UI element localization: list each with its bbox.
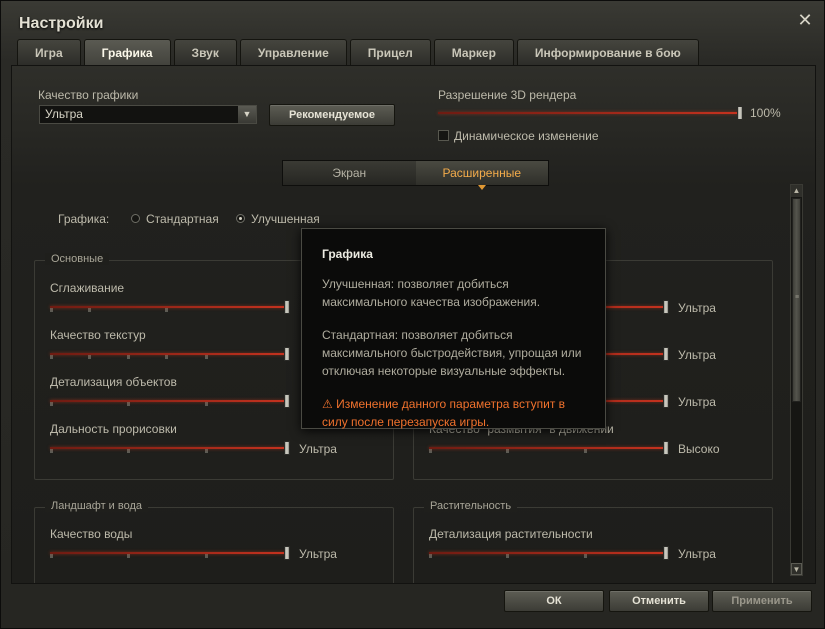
setting-label: Детализация объектов xyxy=(50,375,177,389)
setting-value: Ультра xyxy=(678,301,716,315)
vegetation-detail-label: Детализация растительности xyxy=(429,527,593,541)
tab-sight[interactable]: Прицел xyxy=(349,39,431,65)
slider-handle[interactable] xyxy=(284,441,290,455)
render-resolution-value: 100% xyxy=(750,106,781,120)
object-detail-slider[interactable] xyxy=(50,394,290,408)
render-resolution-slider[interactable] xyxy=(438,106,743,120)
setting-label: Сглаживание xyxy=(50,281,125,295)
subtab-advanced[interactable]: Расширенные xyxy=(415,161,548,190)
radio-improved[interactable] xyxy=(236,214,245,223)
group-vegetation-title: Растительность xyxy=(424,500,518,512)
tab-sound[interactable]: Звук xyxy=(173,39,237,65)
recommended-button[interactable]: Рекомендуемое xyxy=(269,104,395,126)
scrollbar[interactable]: ▲ ≡ ▼ xyxy=(790,184,803,576)
slider-handle[interactable] xyxy=(284,546,290,560)
slider-handle[interactable] xyxy=(663,394,669,408)
graphics-mode-label: Графика: xyxy=(58,212,110,226)
slider-handle[interactable] xyxy=(663,546,669,560)
quality-value: Ультра xyxy=(45,107,83,121)
tab-controls[interactable]: Управление xyxy=(239,39,347,65)
radio-standard[interactable] xyxy=(131,214,140,223)
grip-icon: ≡ xyxy=(795,294,800,301)
setting-value: Ультра xyxy=(678,395,716,409)
tooltip-text-standard: Стандартная: позволяет добиться максимал… xyxy=(322,328,582,378)
vegetation-detail-value: Ультра xyxy=(678,547,716,561)
slider-handle[interactable] xyxy=(737,106,743,120)
close-icon[interactable]: ✕ xyxy=(796,11,814,29)
setting-label: Дальность прорисовки xyxy=(50,422,177,436)
group-basic-title: Основные xyxy=(45,253,110,265)
texture-quality-slider[interactable] xyxy=(50,347,290,361)
subtab-switch: Экран Расширенные xyxy=(282,160,549,190)
tab-graphics[interactable]: Графика xyxy=(83,39,171,65)
tab-bar: Игра Графика Звук Управление Прицел Марк… xyxy=(17,39,702,65)
tab-marker[interactable]: Маркер xyxy=(433,39,514,65)
antialiasing-slider[interactable] xyxy=(50,300,290,314)
tooltip-warning-text: Изменение данного параметра вступит в си… xyxy=(322,397,566,429)
render-resolution-label: Разрешение 3D рендера xyxy=(438,88,577,102)
tooltip-title: Графика xyxy=(322,247,373,261)
chevron-down-icon[interactable]: ▼ xyxy=(238,106,256,123)
dynamic-change-checkbox[interactable] xyxy=(438,130,449,141)
ok-button[interactable]: ОК xyxy=(504,590,604,612)
tab-battle-notifications[interactable]: Информирование в бою xyxy=(516,39,699,65)
radio-standard-label: Стандартная xyxy=(146,212,219,226)
scroll-thumb[interactable]: ≡ xyxy=(792,198,801,402)
draw-distance-slider[interactable] xyxy=(50,441,290,455)
warning-icon: ⚠ xyxy=(322,397,333,411)
water-quality-slider[interactable] xyxy=(50,546,290,560)
radio-improved-label: Улучшенная xyxy=(251,212,320,226)
quality-label: Качество графики xyxy=(38,88,139,102)
tab-game[interactable]: Игра xyxy=(17,39,81,65)
slider-handle[interactable] xyxy=(284,394,290,408)
setting-value: Ультра xyxy=(678,348,716,362)
tooltip-text-improved: Улучшенная: позволяет добиться максималь… xyxy=(322,277,541,309)
group-landscape-title: Ландшафт и вода xyxy=(45,500,149,512)
draw-distance-value: Ультра xyxy=(299,442,337,456)
slider-track xyxy=(438,112,740,114)
graphics-tooltip: Графика Улучшенная: позволяет добиться м… xyxy=(301,228,606,429)
cancel-button[interactable]: Отменить xyxy=(609,590,709,612)
motion-blur-slider[interactable] xyxy=(429,441,669,455)
slider-handle[interactable] xyxy=(284,347,290,361)
scroll-up-icon[interactable]: ▲ xyxy=(791,185,802,197)
setting-label: Качество текстур xyxy=(50,328,146,342)
apply-button[interactable]: Применить xyxy=(712,590,812,612)
scroll-down-icon[interactable]: ▼ xyxy=(791,563,802,575)
water-quality-label: Качество воды xyxy=(50,527,133,541)
slider-handle[interactable] xyxy=(663,441,669,455)
settings-window: Настройки ✕ Игра Графика Звук Управление… xyxy=(0,0,825,629)
slider-handle[interactable] xyxy=(663,300,669,314)
tooltip-warning: ⚠ Изменение данного параметра вступит в … xyxy=(322,395,585,431)
vegetation-detail-slider[interactable] xyxy=(429,546,669,560)
motion-blur-value: Высоко xyxy=(678,442,720,456)
subtab-screen[interactable]: Экран xyxy=(283,161,416,185)
quality-dropdown[interactable]: Ультра ▼ xyxy=(39,105,257,124)
water-quality-value: Ультра xyxy=(299,547,337,561)
dynamic-change-label: Динамическое изменение xyxy=(454,129,599,143)
window-title: Настройки xyxy=(19,15,104,32)
slider-handle[interactable] xyxy=(663,347,669,361)
slider-handle[interactable] xyxy=(284,300,290,314)
